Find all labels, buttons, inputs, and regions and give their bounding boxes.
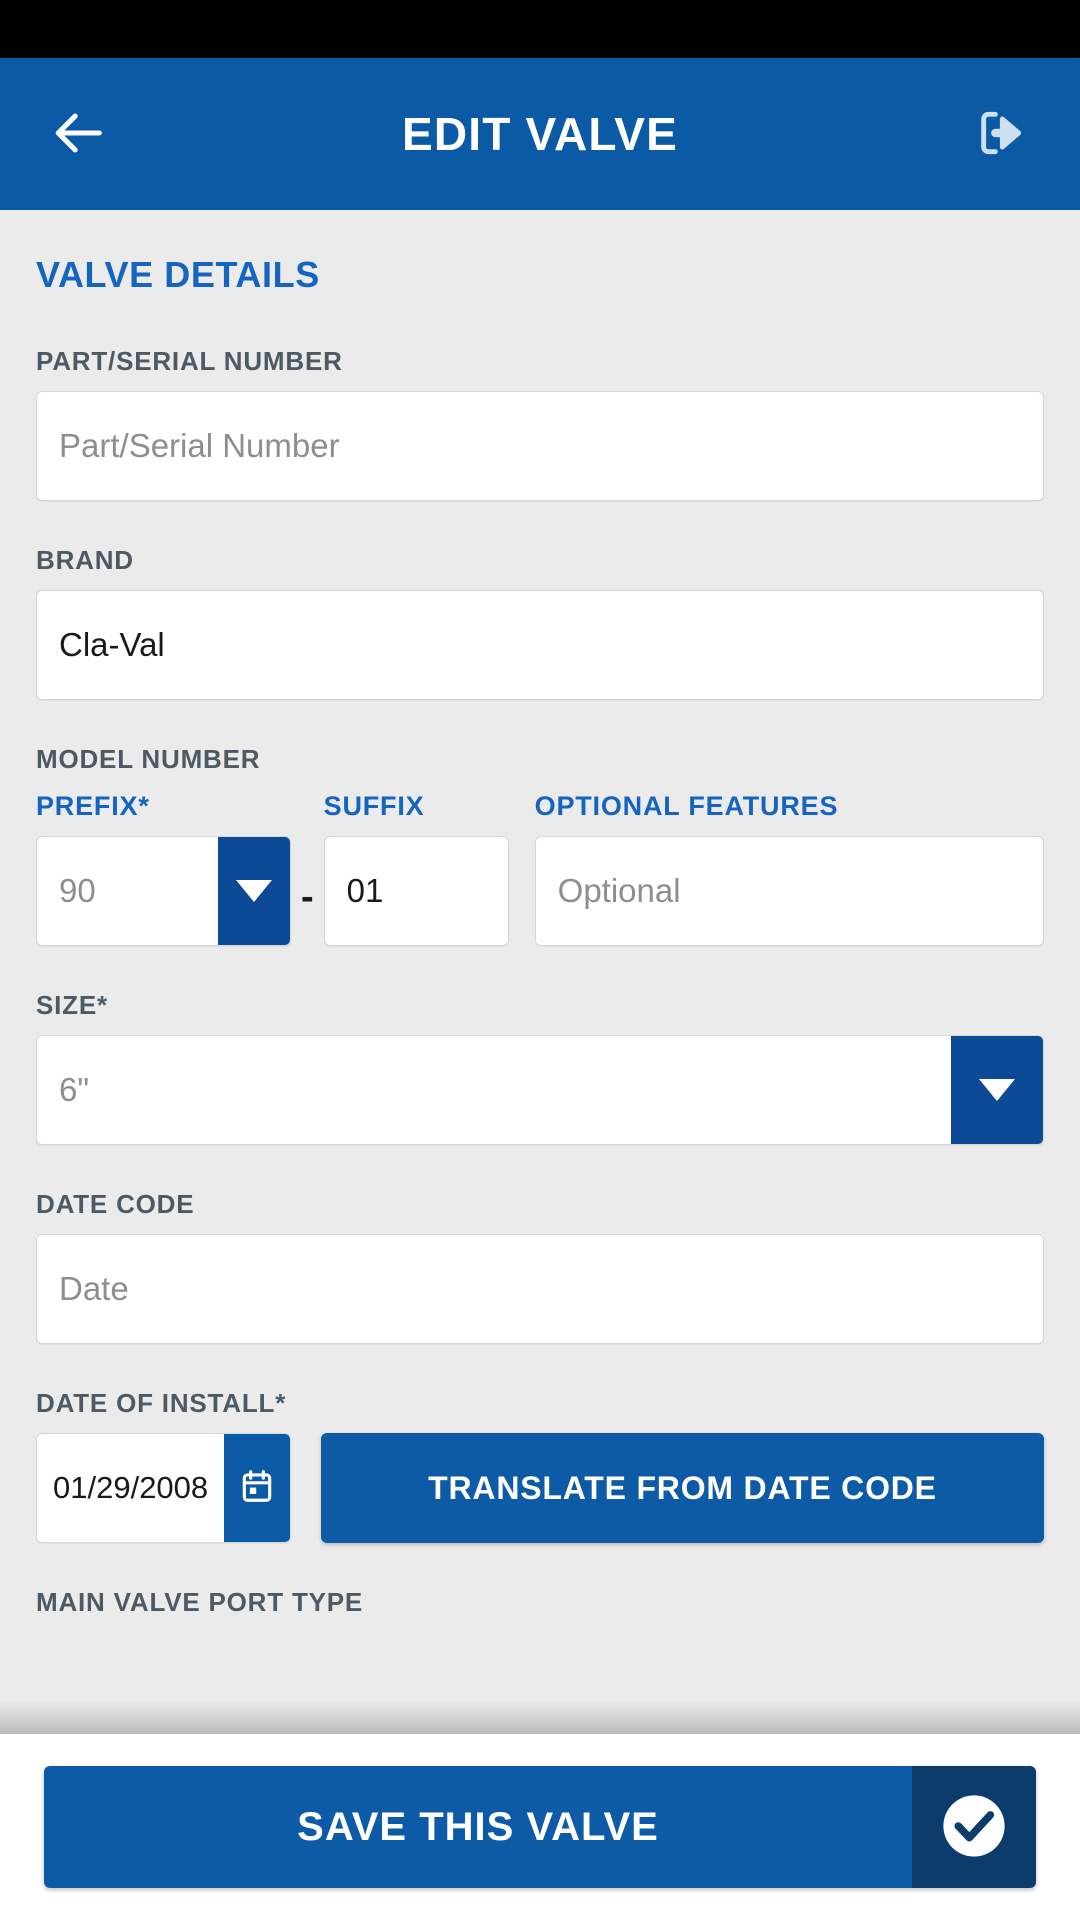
- optional-features-input[interactable]: Optional: [534, 836, 1044, 946]
- date-code-placeholder: Date: [59, 1270, 129, 1307]
- label-date-of-install: DATE OF INSTALL*: [36, 1388, 287, 1418]
- label-size: SIZE*: [36, 990, 108, 1020]
- size-select[interactable]: 6": [36, 1035, 1044, 1145]
- date-of-install-input[interactable]: 01/29/2008: [36, 1433, 291, 1543]
- label-part-serial-number: PART/SERIAL NUMBER: [36, 346, 343, 376]
- label-optional-features: OPTIONAL FEATURES: [534, 791, 839, 821]
- bottom-action-bar: SAVE THIS VALVE: [0, 1734, 1080, 1920]
- label-model-number: MODEL NUMBER: [36, 744, 261, 774]
- app-header: EDIT VALVE: [0, 58, 1080, 210]
- field-group-date-code: DATE CODE Date: [36, 1189, 1044, 1344]
- field-group-brand: BRAND Cla-Val: [36, 545, 1044, 700]
- calendar-icon: [238, 1467, 276, 1510]
- back-button[interactable]: [44, 98, 116, 170]
- size-value: 6": [59, 1071, 90, 1108]
- date-of-install-row: 01/29/2008 TRANSLATE FROM DATE CODE: [36, 1433, 1044, 1543]
- scroll-bottom-shadow: [0, 1700, 1080, 1734]
- arrow-left-icon: [51, 104, 109, 165]
- page-title: EDIT VALVE: [401, 108, 679, 160]
- date-code-input[interactable]: Date: [36, 1234, 1044, 1344]
- exit-button[interactable]: [964, 98, 1036, 170]
- field-group-part-serial: PART/SERIAL NUMBER Part/Serial Number: [36, 346, 1044, 501]
- prefix-value: 90: [59, 872, 96, 909]
- field-group-size: SIZE* 6": [36, 990, 1044, 1145]
- translate-from-date-code-button[interactable]: TRANSLATE FROM DATE CODE: [321, 1433, 1044, 1543]
- date-of-install-value: 01/29/2008: [53, 1470, 209, 1505]
- model-optional-column: OPTIONAL FEATURES Optional: [534, 791, 1044, 946]
- label-prefix: PREFIX*: [36, 791, 150, 821]
- prefix-dropdown-button[interactable]: [218, 837, 290, 945]
- save-this-valve-button[interactable]: SAVE THIS VALVE: [44, 1766, 1036, 1888]
- calendar-picker-button[interactable]: [224, 1434, 290, 1542]
- model-suffix-column: SUFFIX 01: [323, 791, 509, 946]
- prefix-select[interactable]: 90: [36, 836, 291, 946]
- field-group-model-number: MODEL NUMBER PREFIX* 90 - SUFFIX 01 OPTI…: [36, 744, 1044, 946]
- save-button-label: SAVE THIS VALVE: [44, 1766, 912, 1888]
- chevron-down-icon: [236, 880, 272, 902]
- size-dropdown-button[interactable]: [951, 1036, 1043, 1144]
- model-prefix-column: PREFIX* 90: [36, 791, 291, 946]
- form-scroll-area[interactable]: VALVE DETAILS PART/SERIAL NUMBER Part/Se…: [0, 210, 1080, 1734]
- suffix-input[interactable]: 01: [323, 836, 509, 946]
- brand-value: Cla-Val: [59, 626, 165, 663]
- part-serial-number-input[interactable]: Part/Serial Number: [36, 391, 1044, 501]
- model-number-row: PREFIX* 90 - SUFFIX 01 OPTIONAL FEATURES…: [36, 791, 1044, 946]
- model-number-separator: -: [301, 876, 314, 918]
- brand-input[interactable]: Cla-Val: [36, 590, 1044, 700]
- label-main-valve-port-type: MAIN VALVE PORT TYPE: [36, 1587, 364, 1617]
- label-suffix: SUFFIX: [323, 791, 425, 821]
- app-root: EDIT VALVE VALVE DETAILS PART/SERIAL NUM…: [0, 0, 1080, 1920]
- save-confirm-icon-area[interactable]: [912, 1766, 1036, 1888]
- field-group-date-of-install: DATE OF INSTALL* 01/29/2008 TRANSLATE FR…: [36, 1388, 1044, 1543]
- exit-logout-icon: [972, 105, 1028, 164]
- check-circle-icon: [939, 1791, 1009, 1864]
- chevron-down-icon: [979, 1079, 1015, 1101]
- label-brand: BRAND: [36, 545, 134, 575]
- section-title-valve-details: VALVE DETAILS: [36, 254, 320, 295]
- status-bar: [0, 0, 1080, 58]
- part-serial-number-placeholder: Part/Serial Number: [59, 427, 340, 464]
- suffix-value: 01: [346, 872, 384, 909]
- label-date-code: DATE CODE: [36, 1189, 195, 1219]
- optional-features-placeholder: Optional: [557, 872, 681, 909]
